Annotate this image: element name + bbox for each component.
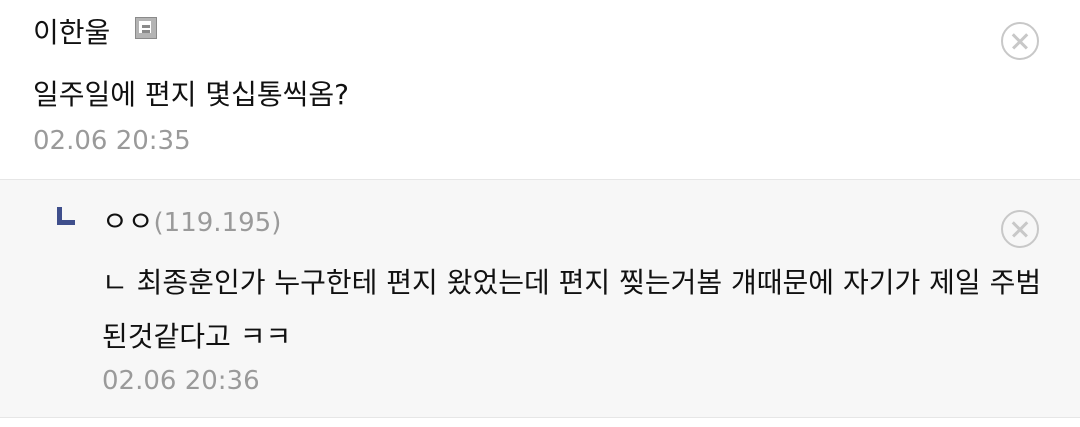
- reply-arrow-icon: [57, 207, 75, 225]
- comment-timestamp: 02.06 20:35: [33, 126, 191, 156]
- reply-item: ㅇㅇ(119.195) ㄴ 최종훈인가 누구한테 편지 왔었는데 편지 찢는거봄…: [0, 180, 1080, 418]
- delete-comment-button[interactable]: [1001, 22, 1039, 60]
- reply-author: ㅇㅇ(119.195): [102, 204, 281, 241]
- reply-timestamp: 02.06 20:36: [102, 366, 260, 396]
- comment-item: 이한울 일주일에 편지 몇십통씩옴? 02.06 20:35: [0, 0, 1080, 180]
- reply-text: ㄴ 최종훈인가 누구한테 편지 왔었는데 편지 찢는거봄 걔때문에 자기가 제일…: [102, 266, 1042, 353]
- comment-author[interactable]: 이한울: [33, 15, 110, 51]
- member-badge-icon: [135, 17, 157, 39]
- reply-author-ip: (119.195): [153, 208, 282, 238]
- comment-text: 일주일에 편지 몇십통씩옴?: [33, 78, 350, 111]
- reply-author-name[interactable]: ㅇㅇ: [102, 205, 154, 238]
- delete-reply-button[interactable]: [1001, 210, 1039, 248]
